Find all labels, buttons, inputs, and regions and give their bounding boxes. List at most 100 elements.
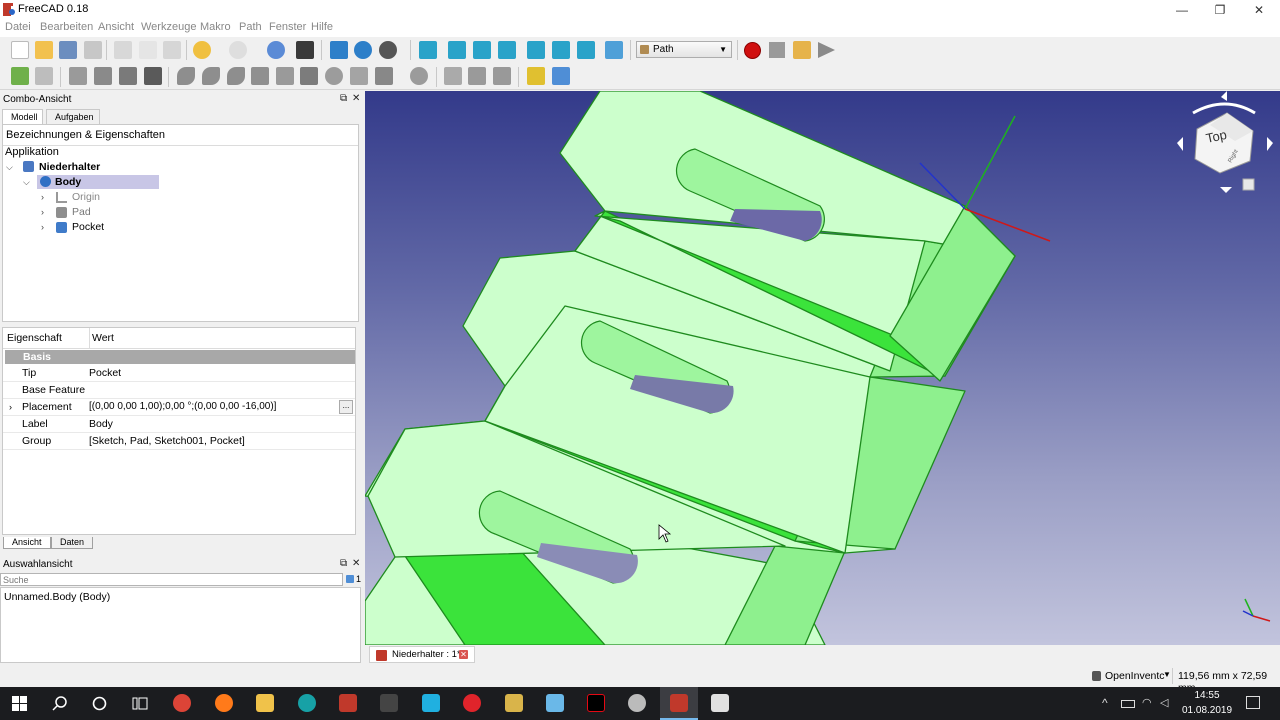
float-panel-icon[interactable]: ⧉ (340, 93, 347, 104)
tool-library-icon[interactable] (119, 67, 137, 85)
tray-expand-icon[interactable]: ^ (1102, 696, 1108, 710)
tab-aufgaben[interactable]: Aufgaben (46, 109, 100, 124)
dressup-icon[interactable] (410, 67, 428, 85)
clock-time[interactable]: 14:55 (1184, 690, 1230, 701)
tree-item-pad[interactable]: › Pad (39, 205, 239, 219)
nav-left-arrow-icon[interactable] (1177, 137, 1183, 151)
profile-edges-icon[interactable] (227, 67, 245, 85)
collapsed-arrow-icon[interactable]: › (41, 205, 44, 219)
minimize-button[interactable]: — (1162, 0, 1202, 20)
nav-view-menu-icon[interactable] (1242, 178, 1255, 191)
face-mill-icon[interactable] (300, 67, 318, 85)
helix-icon[interactable] (325, 67, 343, 85)
property-value[interactable]: [Sketch, Pad, Sketch001, Pocket] (89, 433, 245, 449)
open-folder-icon[interactable] (35, 41, 53, 59)
chrome-icon[interactable] (173, 694, 191, 712)
fit-selection-icon[interactable] (354, 41, 372, 59)
property-row-placement[interactable]: › Placement [(0,00 0,00 1,00);0,00 °;(0,… (3, 399, 355, 416)
close-button[interactable]: ✕ (1239, 0, 1279, 20)
pocket-shape-icon[interactable] (251, 67, 269, 85)
waterline-icon[interactable] (468, 67, 486, 85)
tool-controller-icon[interactable] (69, 67, 87, 85)
refresh-icon[interactable] (267, 41, 285, 59)
task-view-icon[interactable] (132, 696, 148, 711)
netflix-icon[interactable] (587, 694, 605, 712)
tree-item-pocket[interactable]: › Pocket (39, 220, 239, 234)
office-icon[interactable] (711, 694, 729, 712)
paint-icon[interactable] (628, 694, 646, 712)
cut-icon[interactable] (114, 41, 132, 59)
new-document-icon[interactable] (11, 41, 29, 59)
property-value[interactable]: Body (89, 416, 113, 432)
menu-fenster[interactable]: Fenster (269, 21, 306, 33)
collapsed-arrow-icon[interactable]: › (41, 190, 44, 204)
isometric-view-icon[interactable] (419, 41, 437, 59)
top-view-icon[interactable] (473, 41, 491, 59)
right-view-icon[interactable] (498, 41, 516, 59)
menu-makro[interactable]: Makro (200, 21, 231, 33)
engrave-icon[interactable] (350, 67, 368, 85)
job-icon[interactable] (11, 67, 29, 85)
fit-all-icon[interactable] (330, 41, 348, 59)
measure-distance-icon[interactable] (605, 41, 623, 59)
macro-edit-icon[interactable] (793, 41, 811, 59)
nav-down-arrow-icon[interactable] (1220, 187, 1232, 193)
menu-hilfe[interactable]: Hilfe (311, 21, 333, 33)
draw-style-icon[interactable] (379, 41, 397, 59)
menu-bearbeiten[interactable]: Bearbeiten (40, 21, 93, 33)
profile-contour-icon[interactable] (177, 67, 195, 85)
clock-date[interactable]: 01.08.2019 (1182, 705, 1232, 716)
macro-run-icon[interactable] (818, 42, 835, 58)
menu-ansicht[interactable]: Ansicht (98, 21, 134, 33)
cortana-icon[interactable] (92, 696, 107, 711)
redo-icon[interactable] (229, 41, 247, 59)
stock-icon[interactable] (144, 67, 162, 85)
maximize-button[interactable]: ❐ (1200, 0, 1240, 20)
float-panel-icon[interactable]: ⧉ (340, 558, 347, 569)
left-view-icon[interactable] (577, 41, 595, 59)
3d-model-render[interactable]: Top Right (365, 91, 1280, 645)
copy-icon[interactable] (139, 41, 157, 59)
freecad-taskbar-icon[interactable] (339, 694, 357, 712)
p-app-icon[interactable] (463, 694, 481, 712)
undo-icon[interactable] (193, 41, 211, 59)
arduino-icon[interactable] (298, 694, 316, 712)
property-row-group[interactable]: Group [Sketch, Pad, Sketch001, Pocket] (3, 433, 355, 450)
firefox-icon[interactable] (215, 694, 233, 712)
post-process-icon[interactable] (35, 67, 53, 85)
close-panel-icon[interactable]: ✕ (352, 558, 360, 569)
pictures-app-icon[interactable] (546, 694, 564, 712)
front-view-icon[interactable] (448, 41, 466, 59)
menu-werkzeuge[interactable]: Werkzeuge (141, 21, 196, 33)
expand-arrow-icon[interactable]: ⌵ (23, 177, 30, 188)
macro-record-icon[interactable] (744, 42, 761, 59)
save-icon[interactable] (59, 41, 77, 59)
whats-this-icon[interactable] (296, 41, 314, 59)
expand-arrow-icon[interactable]: ⌵ (6, 160, 13, 174)
c-app-icon[interactable] (422, 694, 440, 712)
tree-item-origin[interactable]: › Origin (39, 190, 239, 204)
adaptive-icon[interactable] (493, 67, 511, 85)
surface-icon[interactable] (444, 67, 462, 85)
selection-list-item[interactable]: Unnamed.Body (Body) (4, 591, 357, 603)
freecad-running-icon[interactable] (670, 694, 688, 712)
bottom-view-icon[interactable] (552, 41, 570, 59)
tree-item-document[interactable]: ⌵ Niederhalter (3, 160, 358, 174)
notifications-icon[interactable] (1246, 696, 1260, 709)
collapsed-arrow-icon[interactable]: › (41, 220, 44, 234)
tree-item-body[interactable]: Body (37, 175, 159, 189)
close-tab-icon[interactable]: ✕ (459, 650, 468, 659)
windows-start-icon[interactable] (12, 696, 27, 711)
property-group-basis[interactable]: Basis (5, 350, 355, 364)
volume-icon[interactable]: ◁ (1160, 696, 1168, 709)
part-icon[interactable] (527, 67, 545, 85)
navigation-cube[interactable]: Top Right (1177, 91, 1273, 193)
group-icon[interactable] (552, 67, 570, 85)
file-explorer-icon[interactable] (256, 694, 274, 712)
navigation-style[interactable]: OpenInventc (1105, 670, 1165, 682)
inkscape-icon[interactable] (380, 694, 398, 712)
battery-icon[interactable] (1121, 700, 1135, 708)
search-icon[interactable] (52, 696, 67, 711)
property-value[interactable]: Pocket (89, 365, 121, 381)
paste-icon[interactable] (163, 41, 181, 59)
